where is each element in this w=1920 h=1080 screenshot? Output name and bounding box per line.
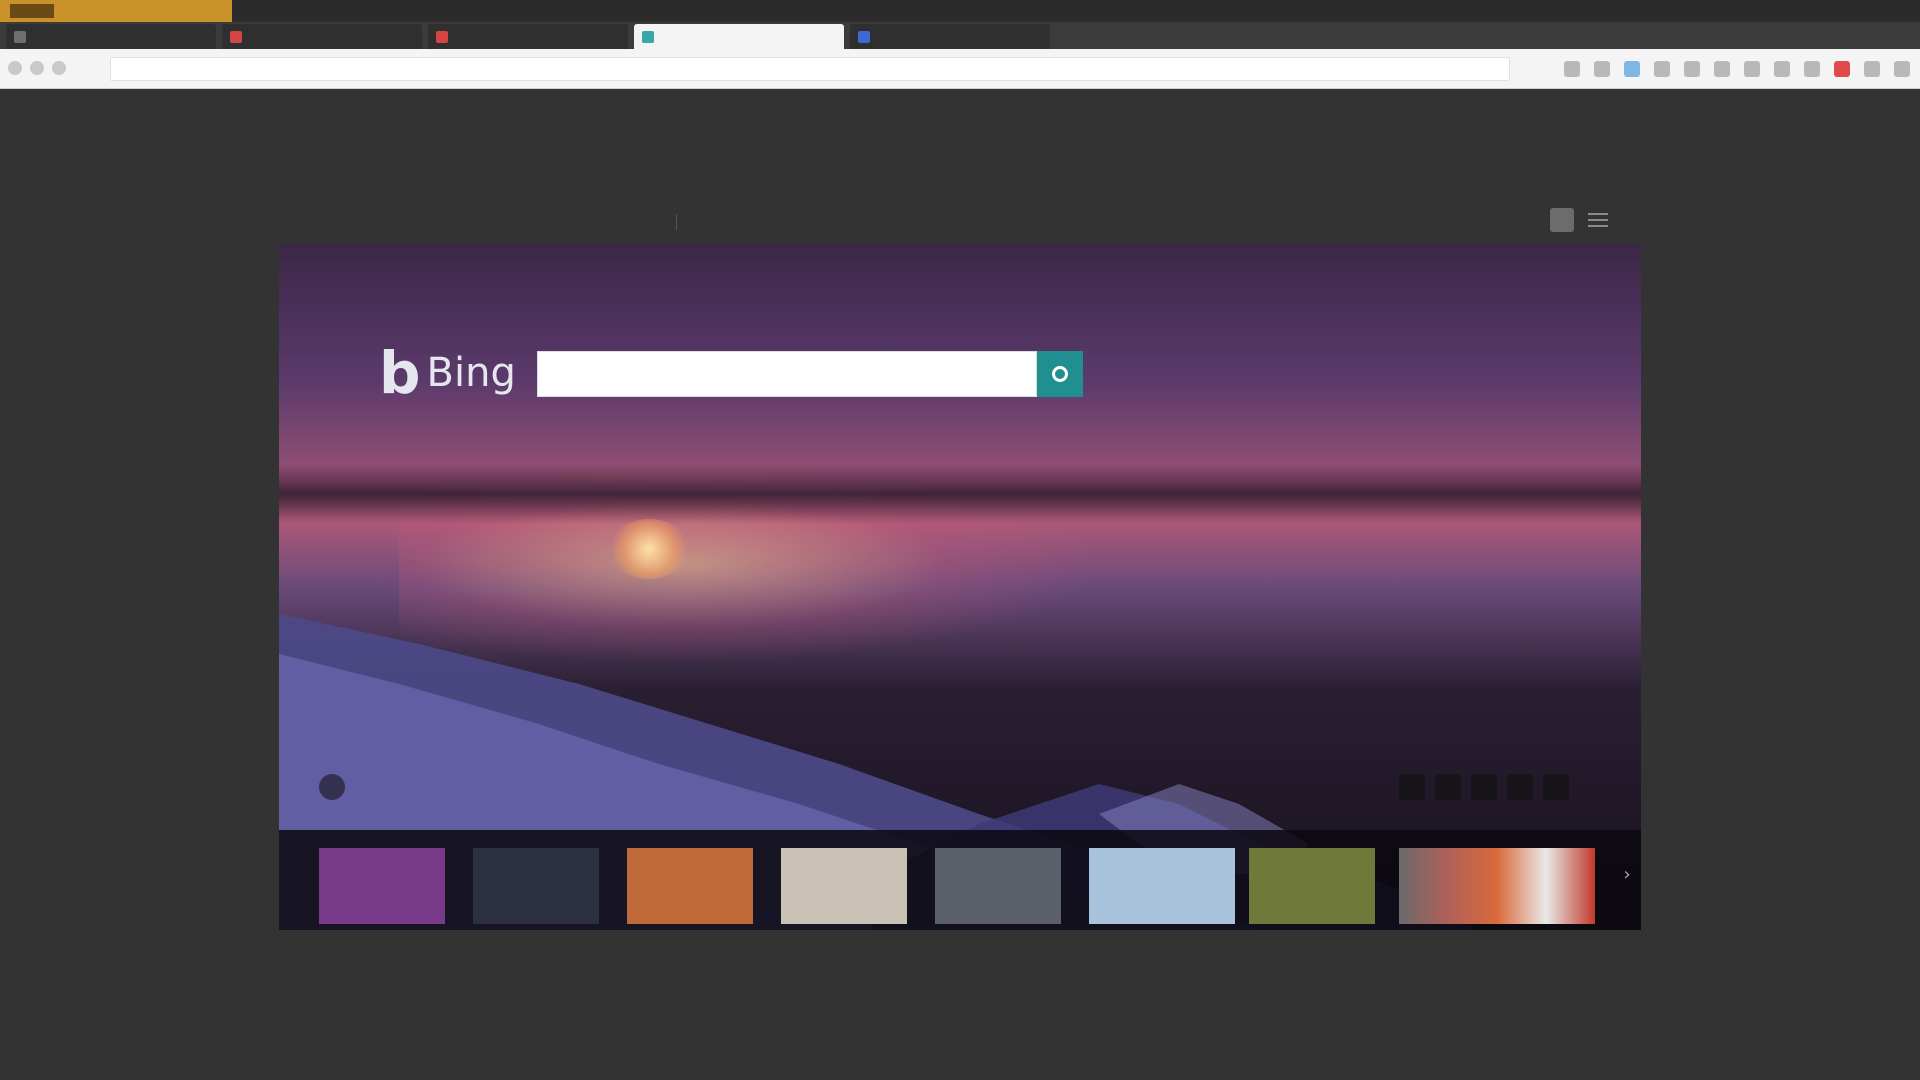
news-card-image xyxy=(319,848,445,924)
info-icon[interactable] xyxy=(1399,774,1425,800)
news-card[interactable] xyxy=(781,830,929,930)
news-card[interactable] xyxy=(319,830,467,930)
chevron-right-icon[interactable]: › xyxy=(1619,860,1635,890)
hero-horizon xyxy=(279,464,1641,524)
browser-tab[interactable] xyxy=(6,24,216,49)
footer xyxy=(295,940,1625,956)
news-card[interactable] xyxy=(627,830,775,930)
rewards-icon[interactable] xyxy=(1550,208,1574,232)
browser-tab[interactable] xyxy=(428,24,628,49)
forward-icon[interactable] xyxy=(30,61,44,75)
tab-bar xyxy=(0,22,1920,49)
news-card-image xyxy=(1089,848,1235,924)
hero-sun xyxy=(609,519,689,579)
extension-icon[interactable] xyxy=(1864,61,1880,77)
menu-icon[interactable] xyxy=(1588,211,1608,229)
back-icon[interactable] xyxy=(8,61,22,75)
extension-icon[interactable] xyxy=(1774,61,1790,77)
extension-icon[interactable] xyxy=(1714,61,1730,77)
news-card-image xyxy=(1249,848,1375,924)
favicon-icon xyxy=(230,30,242,43)
search-input[interactable] xyxy=(538,352,1036,396)
nav-right xyxy=(1536,208,1608,232)
address-bar xyxy=(0,49,1920,89)
news-card-image xyxy=(935,848,1061,924)
search-icon xyxy=(1052,366,1068,382)
nav-divider xyxy=(676,214,677,230)
extension-icon[interactable] xyxy=(1654,61,1670,77)
favicon-icon xyxy=(642,30,654,43)
news-card[interactable] xyxy=(1089,830,1237,930)
search-box xyxy=(537,351,1037,397)
extension-icon[interactable] xyxy=(1834,61,1850,77)
favicon-icon xyxy=(858,30,870,43)
extension-icon[interactable] xyxy=(1684,61,1700,77)
location-icon[interactable] xyxy=(319,774,345,800)
news-card[interactable] xyxy=(1249,830,1397,930)
news-card[interactable] xyxy=(473,830,621,930)
extension-icon[interactable] xyxy=(1744,61,1760,77)
browser-tab[interactable] xyxy=(850,24,1050,49)
bing-logo-text: Bing xyxy=(426,350,516,396)
extension-icons xyxy=(1564,61,1910,77)
bing-nav xyxy=(322,208,1608,234)
bookmarks-bar xyxy=(0,0,1920,22)
extension-icon[interactable] xyxy=(1894,61,1910,77)
refresh-icon[interactable] xyxy=(52,61,66,75)
bing-logo[interactable]: b Bing xyxy=(379,344,516,402)
extension-icon[interactable] xyxy=(1804,61,1820,77)
news-card-image xyxy=(781,848,907,924)
brand-logo-mark xyxy=(10,4,54,18)
favicon-icon xyxy=(14,30,26,43)
extension-icon[interactable] xyxy=(1624,61,1640,77)
news-card[interactable] xyxy=(1399,830,1609,930)
previous-image-icon[interactable] xyxy=(1435,774,1461,800)
news-card-image xyxy=(1399,848,1595,924)
brand-logo[interactable] xyxy=(0,0,232,22)
next-image-icon[interactable] xyxy=(1471,774,1497,800)
share-icon[interactable] xyxy=(1543,774,1569,800)
url-field[interactable] xyxy=(110,57,1510,81)
nav-buttons xyxy=(8,61,66,75)
news-card[interactable] xyxy=(935,830,1083,930)
search-button[interactable] xyxy=(1037,351,1083,397)
news-carousel: › xyxy=(279,830,1641,930)
hero-image: b Bing › xyxy=(279,244,1641,930)
download-icon[interactable] xyxy=(1507,774,1533,800)
extension-icon[interactable] xyxy=(1594,61,1610,77)
bing-logo-icon: b xyxy=(379,339,421,407)
news-card-image xyxy=(473,848,599,924)
browser-tab[interactable] xyxy=(222,24,422,49)
browser-tab-active[interactable] xyxy=(634,24,844,49)
favicon-icon xyxy=(436,30,448,43)
news-card-image xyxy=(627,848,753,924)
extension-icon[interactable] xyxy=(1564,61,1580,77)
hero-controls xyxy=(1399,774,1569,800)
